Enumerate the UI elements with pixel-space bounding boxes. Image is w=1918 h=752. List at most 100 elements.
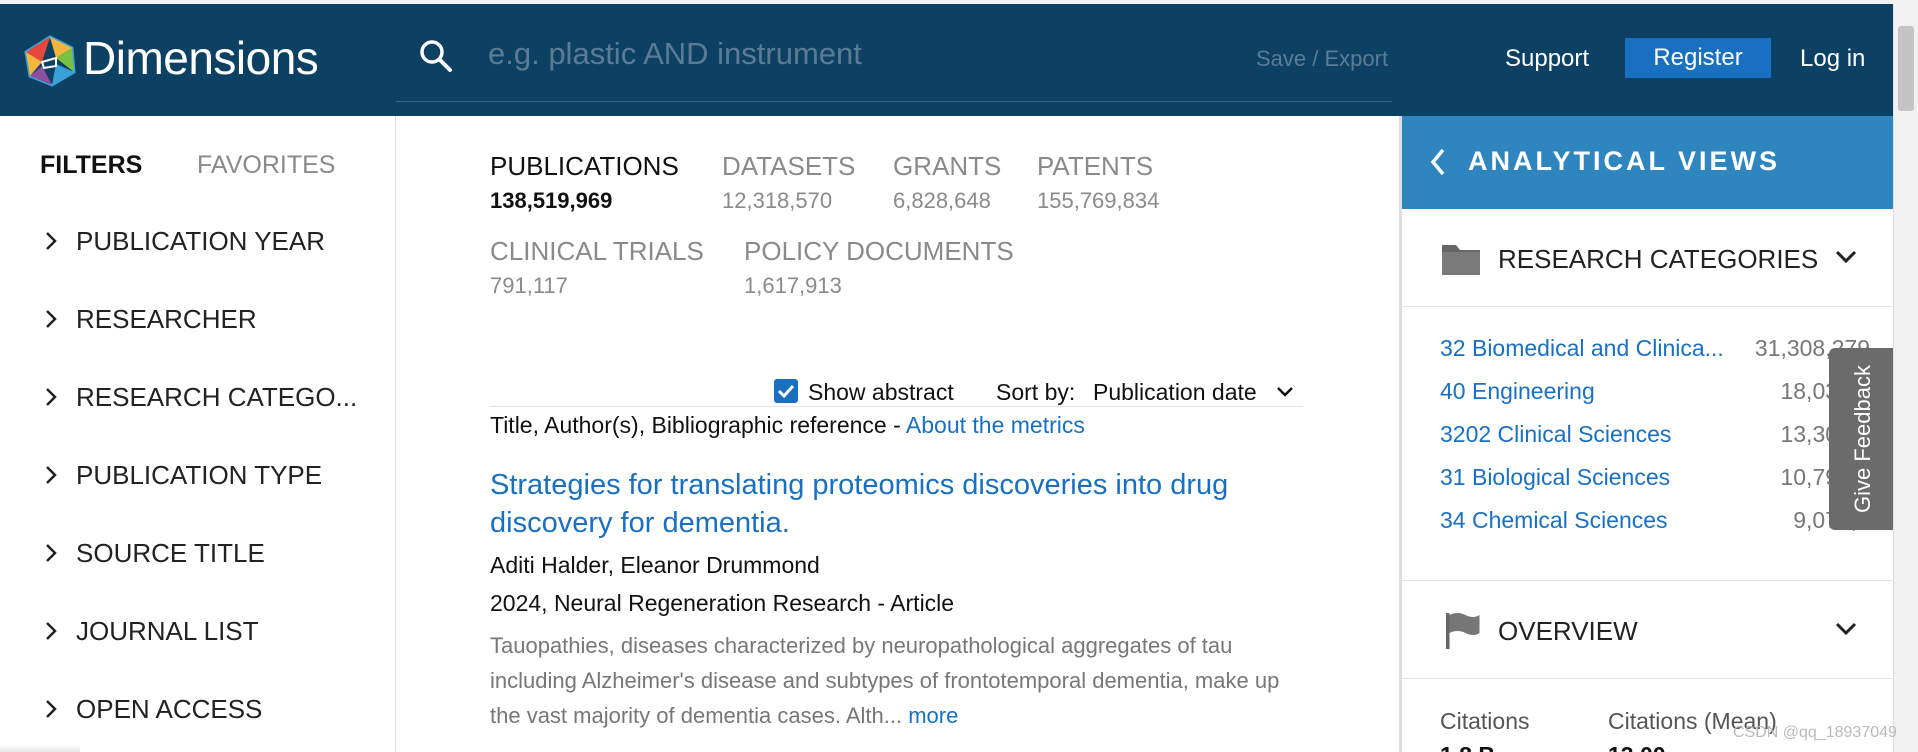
content-type-label: PUBLICATIONS	[490, 151, 679, 181]
filter-publication-year[interactable]: PUBLICATION YEAR	[40, 221, 325, 261]
folder-icon	[1442, 245, 1480, 275]
content-type-label: DATASETS	[722, 151, 856, 181]
filter-journal-list[interactable]: JOURNAL LIST	[40, 611, 259, 651]
filter-label: JOURNAL LIST	[76, 615, 259, 646]
content-type-label: PATENTS	[1037, 151, 1154, 181]
page-scrollbar[interactable]	[1893, 4, 1918, 752]
category-link[interactable]: 3202 Clinical Sciences	[1440, 421, 1740, 448]
result-reference: 2024, Neural Regeneration Research - Art…	[490, 590, 955, 616]
flag-icon	[1446, 613, 1480, 649]
citations-mean-value: 13.00	[1608, 742, 1666, 752]
category-link[interactable]: 31 Biological Sciences	[1440, 464, 1740, 491]
bottom-shadow	[0, 744, 80, 752]
top-header: Dimensions Save / Export Support Registe…	[0, 4, 1893, 116]
chevron-right-icon	[46, 700, 57, 718]
dimensions-logo-icon[interactable]	[22, 34, 78, 88]
filter-researcher[interactable]: RESEARCHER	[40, 299, 257, 339]
result-abstract-text: Tauopathies, diseases characterized by n…	[490, 633, 1280, 728]
chevron-right-icon	[46, 232, 57, 250]
overview-section[interactable]: OVERVIEW	[1402, 581, 1896, 679]
chevron-right-icon	[46, 388, 57, 406]
login-link[interactable]: Log in	[1800, 45, 1865, 73]
category-row: 31 Biological Sciences 10,799,2	[1440, 464, 1880, 496]
category-link[interactable]: 40 Engineering	[1440, 378, 1740, 405]
analytical-views-panel: ANALYTICAL VIEWS RESEARCH CATEGORIES 32 …	[1399, 116, 1896, 752]
tab-filters[interactable]: FILTERS	[40, 151, 142, 180]
register-button[interactable]: Register	[1625, 38, 1771, 78]
content-type-count: 791,117	[490, 273, 568, 298]
category-row: 3202 Clinical Sciences 13,305,9	[1440, 421, 1880, 453]
category-row: 32 Biomedical and Clinica... 31,308,279	[1440, 335, 1880, 367]
chevron-left-icon[interactable]	[1428, 146, 1448, 178]
show-abstract-checkbox[interactable]	[774, 379, 798, 403]
content-type-count: 6,828,648	[893, 188, 991, 213]
metrics-prefix: Title, Author(s), Bibliographic referenc…	[490, 412, 906, 438]
result-authors: Aditi Halder, Eleanor Drummond	[490, 552, 820, 578]
filter-publication-type[interactable]: PUBLICATION TYPE	[40, 455, 322, 495]
analytical-views-header[interactable]: ANALYTICAL VIEWS	[1402, 116, 1896, 209]
filter-label: OPEN ACCESS	[76, 693, 263, 724]
content-type-label: POLICY DOCUMENTS	[744, 236, 1014, 266]
filter-source-title[interactable]: SOURCE TITLE	[40, 533, 265, 573]
search-icon[interactable]	[418, 38, 454, 74]
checkmark-icon	[777, 384, 795, 399]
chevron-down-icon[interactable]	[1275, 385, 1295, 399]
give-feedback-label: Give Feedback	[1850, 365, 1875, 513]
give-feedback-button[interactable]: Give Feedback	[1829, 348, 1893, 530]
content-type-count: 1,617,913	[744, 273, 842, 298]
research-categories-section[interactable]: RESEARCH CATEGORIES	[1402, 209, 1896, 307]
sort-dropdown[interactable]: Publication date	[1093, 379, 1257, 406]
filter-label: PUBLICATION YEAR	[76, 225, 325, 256]
citations-label: Citations	[1440, 708, 1530, 734]
category-link[interactable]: 34 Chemical Sciences	[1440, 507, 1740, 534]
result-title-link[interactable]: Strategies for translating proteomics di…	[490, 466, 1320, 542]
brand-name[interactable]: Dimensions	[83, 31, 319, 85]
overview-label: OVERVIEW	[1498, 616, 1638, 646]
show-abstract-label[interactable]: Show abstract	[808, 379, 954, 406]
content-type-label: GRANTS	[893, 151, 1002, 181]
metrics-line: Title, Author(s), Bibliographic referenc…	[490, 412, 1085, 439]
tab-datasets[interactable]: DATASETS 12,318,570	[722, 151, 855, 214]
more-link[interactable]: more	[908, 703, 958, 728]
toolbar-divider	[490, 406, 1303, 407]
about-metrics-link[interactable]: About the metrics	[906, 412, 1085, 438]
result-abstract: Tauopathies, diseases characterized by n…	[490, 628, 1300, 733]
watermark-text: CSDN @qq_18937049	[1733, 724, 1897, 741]
tab-publications[interactable]: PUBLICATIONS 138,519,969	[490, 151, 679, 214]
search-bar: Save / Export	[396, 4, 1392, 102]
filter-label: RESEARCH CATEGO...	[76, 381, 358, 412]
search-input[interactable]	[488, 28, 1188, 80]
chevron-right-icon	[46, 622, 57, 640]
citations-value: 1.8 B	[1440, 742, 1495, 752]
content-type-label: CLINICAL TRIALS	[490, 236, 704, 266]
filter-label: RESEARCHER	[76, 303, 257, 334]
chevron-down-icon[interactable]	[1834, 621, 1858, 637]
content-type-count: 155,769,834	[1037, 188, 1160, 213]
tab-patents[interactable]: PATENTS 155,769,834	[1037, 151, 1159, 214]
sort-label: Sort by:	[996, 379, 1076, 405]
filter-label: SOURCE TITLE	[76, 537, 265, 568]
filter-research-categories[interactable]: RESEARCH CATEGO...	[40, 377, 357, 417]
research-categories-label: RESEARCH CATEGORIES	[1498, 244, 1819, 274]
tab-grants[interactable]: GRANTS 6,828,648	[893, 151, 1001, 214]
chevron-right-icon	[46, 310, 57, 328]
tab-policy-documents[interactable]: POLICY DOCUMENTS 1,617,913	[744, 236, 1014, 299]
chevron-right-icon	[46, 466, 57, 484]
filter-label: PUBLICATION TYPE	[76, 459, 323, 490]
category-row: 40 Engineering 18,036,3	[1440, 378, 1880, 410]
analytical-views-title: ANALYTICAL VIEWS	[1468, 146, 1781, 176]
chevron-right-icon	[46, 544, 57, 562]
category-row: 34 Chemical Sciences 9,076,4	[1440, 507, 1880, 539]
tab-clinical-trials[interactable]: CLINICAL TRIALS 791,117	[490, 236, 704, 299]
save-export-link[interactable]: Save / Export	[1256, 46, 1388, 72]
content-type-count: 138,519,969	[490, 188, 613, 213]
results-toolbar: Show abstract Sort by: Publication date	[397, 369, 1399, 407]
scrollbar-thumb[interactable]	[1898, 26, 1914, 111]
filters-sidebar: FILTERS FAVORITES PUBLICATION YEAR RESEA…	[0, 116, 396, 752]
results-panel: PUBLICATIONS 138,519,969 DATASETS 12,318…	[397, 116, 1399, 752]
chevron-down-icon[interactable]	[1834, 249, 1858, 265]
support-link[interactable]: Support	[1505, 45, 1589, 73]
tab-favorites[interactable]: FAVORITES	[197, 151, 335, 180]
filter-open-access[interactable]: OPEN ACCESS	[40, 689, 262, 729]
category-link[interactable]: 32 Biomedical and Clinica...	[1440, 335, 1740, 362]
